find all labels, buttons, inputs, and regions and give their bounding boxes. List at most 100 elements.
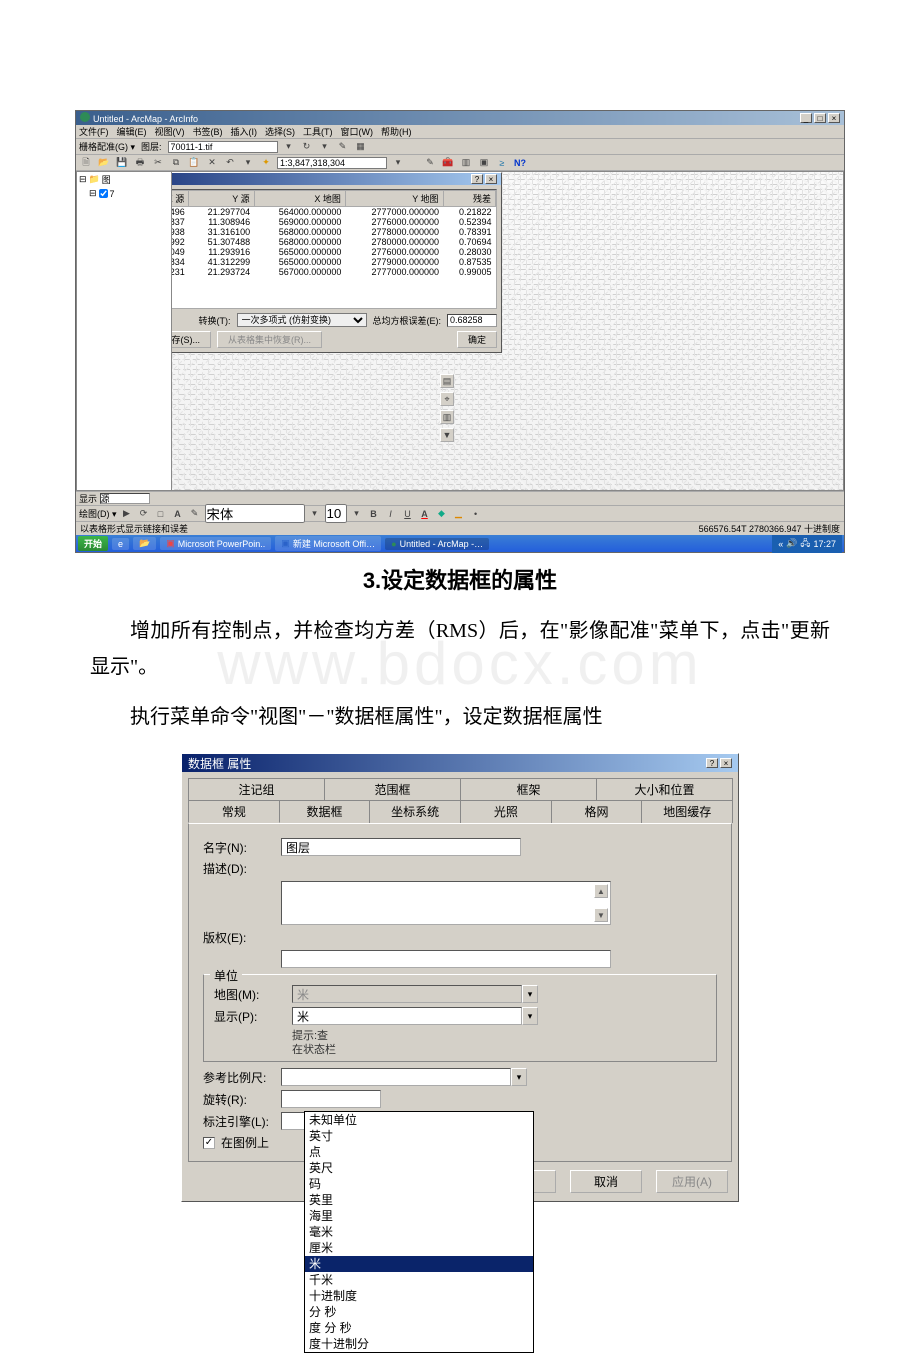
python-icon[interactable]: ≥ <box>495 156 509 170</box>
unit-option[interactable]: 分 秒 <box>305 1304 533 1320</box>
hammer-icon[interactable]: ⌖ <box>440 392 454 406</box>
copyright-input[interactable] <box>281 950 611 968</box>
font-dd-icon[interactable]: ▾ <box>308 507 322 521</box>
unit-option[interactable]: 点 <box>305 1144 533 1160</box>
ref-scale-combo[interactable]: ▾ <box>281 1068 527 1086</box>
toc-tab-source-input[interactable] <box>100 493 150 504</box>
rotate-input[interactable] <box>281 1090 381 1108</box>
df-close-button[interactable]: × <box>720 758 732 768</box>
unit-option[interactable]: 千米 <box>305 1272 533 1288</box>
zoom-full-icon[interactable]: ▤ <box>440 374 454 388</box>
line-color-icon[interactable]: ▁ <box>452 507 466 521</box>
name-input[interactable] <box>281 838 521 856</box>
unit-option[interactable]: 度 分 秒 <box>305 1320 533 1336</box>
scroll-up-icon[interactable]: ▲ <box>594 884 608 898</box>
table-row[interactable]: 625.13683441.312299565000.0000002779000.… <box>171 257 496 267</box>
link-recover-button[interactable]: 从表格集中恢复(R)... <box>217 331 322 348</box>
col-xsrc[interactable]: X 源 <box>171 191 189 207</box>
menu-edit[interactable]: 编辑(E) <box>117 125 147 138</box>
fontsize-dd-icon[interactable]: ▾ <box>350 507 364 521</box>
tab-general[interactable]: 常规 <box>188 800 280 823</box>
toolbox-icon[interactable]: 🧰 <box>441 156 455 170</box>
unit-option[interactable]: 毫米 <box>305 1224 533 1240</box>
display-unit-value[interactable] <box>292 1007 522 1025</box>
menu-select[interactable]: 选择(S) <box>265 125 295 138</box>
desc-textarea[interactable]: ▲ ▼ <box>281 881 611 925</box>
menu-view[interactable]: 视图(V) <box>155 125 185 138</box>
tab-cache[interactable]: 地图缓存 <box>641 800 733 823</box>
copy-icon[interactable]: ⧉ <box>169 156 183 170</box>
link-ok-button[interactable]: 确定 <box>457 331 497 348</box>
map-canvas[interactable]: 链接表 ? × 链接 X 源 <box>171 171 844 491</box>
tray-expand-icon[interactable]: « <box>778 539 783 549</box>
unit-option[interactable]: 米 <box>305 1256 533 1272</box>
text-icon[interactable]: A <box>171 507 185 521</box>
underline-button[interactable]: U <box>401 507 415 521</box>
start-button[interactable]: 开始 <box>78 536 108 551</box>
georef-menu[interactable]: 栅格配准(G) ▾ <box>79 140 135 153</box>
cmd-icon[interactable]: ▣ <box>477 156 491 170</box>
table-row[interactable]: 265.15283711.308946569000.0000002776000.… <box>171 217 496 227</box>
df-cancel-button[interactable]: 取消 <box>570 1170 642 1193</box>
menu-window[interactable]: 窗口(W) <box>341 125 374 138</box>
unit-option[interactable]: 英尺 <box>305 1160 533 1176</box>
addpoint-icon[interactable]: ✎ <box>336 140 350 154</box>
transform-select[interactable]: 一次多项式 (仿射变换) <box>237 313 367 327</box>
pointer-icon[interactable]: ▶ <box>120 507 134 521</box>
task-arcmap[interactable]: ●Untitled - ArcMap -… <box>385 538 489 550</box>
unit-option[interactable]: 厘米 <box>305 1240 533 1256</box>
tab-illum[interactable]: 光照 <box>460 800 552 823</box>
scroll-down-icon[interactable]: ▼ <box>594 908 608 922</box>
font-color-icon[interactable]: A <box>418 507 432 521</box>
toc-layer-checkbox[interactable] <box>99 189 108 198</box>
tab-size[interactable]: 大小和位置 <box>596 778 733 800</box>
note-icon[interactable]: ▥ <box>440 410 454 424</box>
table-row[interactable]: 355.15693831.316100568000.0000002778000.… <box>171 227 496 237</box>
table-row[interactable]: 455.16199251.307488568000.0000002780000.… <box>171 237 496 247</box>
unit-option[interactable]: 英寸 <box>305 1128 533 1144</box>
quick-ie-icon[interactable]: e <box>112 538 129 550</box>
tab-annotation[interactable]: 注记组 <box>188 778 325 800</box>
link-help-button[interactable]: ? <box>471 174 483 184</box>
georef-layer-input[interactable] <box>168 141 278 153</box>
catalog-icon[interactable]: ▥ <box>459 156 473 170</box>
minimize-button[interactable]: _ <box>800 113 812 123</box>
draw-menu[interactable]: 绘图(D) ▾ <box>79 507 117 520</box>
unit-option[interactable]: 未知单位 <box>305 1112 533 1128</box>
save-icon[interactable]: 💾 <box>115 156 129 170</box>
tab-dataframe[interactable]: 数据框 <box>279 800 371 823</box>
font-size-input[interactable] <box>325 504 347 523</box>
dropdown-arrow-icon[interactable]: ▼ <box>440 428 454 442</box>
new-icon[interactable]: 🗎 <box>79 156 93 170</box>
open-icon[interactable]: 📂 <box>97 156 111 170</box>
unit-option[interactable]: 度十进制分 <box>305 1336 533 1352</box>
shape-icon[interactable]: □ <box>154 507 168 521</box>
minus-icon[interactable]: ⊟ <box>89 188 97 199</box>
ref-scale-input[interactable] <box>281 1068 511 1086</box>
display-unit-options[interactable]: 未知单位英寸点英尺码英里海里毫米厘米米千米十进制度分 秒度 分 秒度十进制分 <box>304 1111 534 1353</box>
font-name-input[interactable] <box>205 504 305 523</box>
undo-icon[interactable]: ↶ <box>223 156 237 170</box>
linktable-icon[interactable]: ▦ <box>354 140 368 154</box>
link-save-button[interactable]: 保存(S)... <box>171 331 211 348</box>
df-apply-button[interactable]: 应用(A) <box>656 1170 728 1193</box>
table-row[interactable]: 115.13449621.297704564000.0000002777000.… <box>171 207 496 218</box>
tab-grid[interactable]: 格网 <box>551 800 643 823</box>
tray-volume-icon[interactable]: 🔊 <box>786 538 797 549</box>
tab-coordsys[interactable]: 坐标系统 <box>369 800 461 823</box>
table-row[interactable]: 745.14923121.293724567000.0000002777000.… <box>171 267 496 277</box>
paste-icon[interactable]: 📋 <box>187 156 201 170</box>
rotate2-icon[interactable]: ⟳ <box>137 507 151 521</box>
display-unit-dd-icon[interactable]: ▾ <box>522 1007 538 1025</box>
col-xmap[interactable]: X 地图 <box>254 191 345 207</box>
ref-scale-dd-icon[interactable]: ▾ <box>511 1068 527 1086</box>
system-tray[interactable]: « 🔊 🖧 17:27 <box>772 535 842 553</box>
toc-root[interactable]: ⊟ 📁 图 <box>77 172 171 187</box>
maximize-button[interactable]: □ <box>814 113 826 123</box>
menu-tools[interactable]: 工具(T) <box>303 125 333 138</box>
cut-icon[interactable]: ✂ <box>151 156 165 170</box>
editor-icon[interactable]: ✎ <box>423 156 437 170</box>
unit-option[interactable]: 码 <box>305 1176 533 1192</box>
italic-button[interactable]: I <box>384 507 398 521</box>
link-close-button[interactable]: × <box>485 174 497 184</box>
